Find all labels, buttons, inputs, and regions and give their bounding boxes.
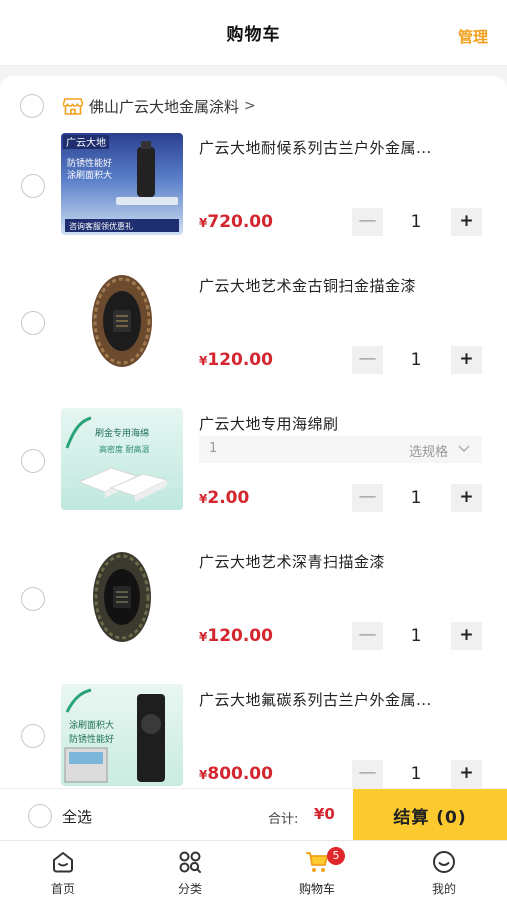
item-select-radio[interactable] <box>21 724 45 748</box>
thumb-line2: 高密度 耐高温 <box>99 444 150 454</box>
item-select-radio[interactable] <box>21 449 45 473</box>
shop-arrow-icon: > <box>244 98 256 114</box>
nav-header: 购物车 管理 <box>0 0 507 66</box>
quantity-value[interactable]: 1 <box>390 208 442 236</box>
tab-label: 我的 <box>431 882 456 896</box>
thumb-line1: 刷金专用海绵 <box>95 427 149 439</box>
thumb-line2: 防锈性能好 <box>69 733 114 745</box>
tab-label: 首页 <box>50 882 75 896</box>
product-image[interactable] <box>61 546 183 648</box>
product-price: ¥720.00 <box>199 212 273 232</box>
increase-button[interactable]: + <box>451 622 482 650</box>
tab-category[interactable]: 分类 <box>127 841 253 900</box>
category-icon <box>179 851 201 873</box>
spec-placeholder: 选规格 <box>408 445 448 460</box>
increase-button[interactable]: + <box>451 208 482 236</box>
thumb-line1: 涂刷面积大 <box>69 719 114 731</box>
total-label: 合计: <box>268 812 299 827</box>
select-all-label[interactable]: 全选 <box>62 806 92 827</box>
quantity-value[interactable]: 1 <box>390 484 442 512</box>
spec-selector[interactable]: 1 选规格 <box>199 436 482 463</box>
thumb-line1: 防锈性能好 <box>67 157 112 169</box>
store-icon <box>63 98 83 115</box>
product-price: ¥800.00 <box>199 764 273 784</box>
product-image[interactable]: 广云大地 防锈性能好 涂刷面积大 咨询客服领优惠礼 <box>61 133 183 235</box>
decrease-button[interactable]: — <box>352 484 383 512</box>
quantity-stepper: — 1 + <box>352 760 482 788</box>
checkout-bar: 全选 合计: ¥0 结算 (0) <box>0 788 507 841</box>
tab-cart[interactable]: 5 购物车 <box>254 841 380 900</box>
quantity-stepper: — 1 + <box>352 622 482 650</box>
cart-icon <box>306 852 328 872</box>
product-image[interactable]: 涂刷面积大 防锈性能好 <box>61 684 183 786</box>
product-image[interactable]: 刷金专用海绵 高密度 耐高温 <box>61 408 183 510</box>
product-price: ¥2.00 <box>199 488 250 508</box>
thumb-footer: 咨询客服领优惠礼 <box>69 221 133 231</box>
checkout-button[interactable]: 结算 (0) <box>353 789 507 841</box>
product-name[interactable]: 广云大地艺术深青扫描金漆 <box>199 551 484 572</box>
spec-value: 1 <box>209 441 218 456</box>
cart-item: 广云大地艺术深青扫描金漆 ¥120.00 — 1 + <box>0 544 507 674</box>
item-select-radio[interactable] <box>21 174 45 198</box>
bottom-tabbar: 首页 分类 5 购物车 我的 <box>0 840 507 900</box>
product-name[interactable]: 广云大地艺术金古铜扫金描金漆 <box>199 275 484 296</box>
quantity-stepper: — 1 + <box>352 346 482 374</box>
decrease-button[interactable]: — <box>352 346 383 374</box>
shop-select-radio[interactable] <box>20 94 44 118</box>
tab-label: 购物车 <box>298 882 335 896</box>
cart-item: 广云大地 防锈性能好 涂刷面积大 咨询客服领优惠礼 广云大地耐候系列古兰户外金属… <box>0 130 507 260</box>
product-price: ¥120.00 <box>199 626 273 646</box>
total-value: ¥0 <box>314 805 335 823</box>
chevron-down-icon <box>458 445 470 452</box>
decrease-button[interactable]: — <box>352 760 383 788</box>
increase-button[interactable]: + <box>451 346 482 374</box>
quantity-value[interactable]: 1 <box>390 760 442 788</box>
product-name[interactable]: 广云大地专用海绵刷 <box>199 413 484 434</box>
product-name[interactable]: 广云大地耐候系列古兰户外金属... <box>199 137 484 158</box>
product-image[interactable] <box>61 270 183 372</box>
shop-name[interactable]: 佛山广云大地金属涂料 <box>89 96 239 117</box>
quantity-stepper: — 1 + <box>352 484 482 512</box>
increase-button[interactable]: + <box>451 484 482 512</box>
decrease-button[interactable]: — <box>352 622 383 650</box>
item-select-radio[interactable] <box>21 311 45 335</box>
item-select-radio[interactable] <box>21 587 45 611</box>
profile-icon <box>433 851 455 873</box>
tab-profile[interactable]: 我的 <box>381 841 507 900</box>
shop-row[interactable]: 佛山广云大地金属涂料 > <box>20 92 256 120</box>
cart-item: 刷金专用海绵 高密度 耐高温 广云大地专用海绵刷 1 选规格 ¥2.00 — 1… <box>0 406 507 536</box>
home-icon <box>53 852 73 873</box>
product-price: ¥120.00 <box>199 350 273 370</box>
increase-button[interactable]: + <box>451 760 482 788</box>
cart-item: 广云大地艺术金古铜扫金描金漆 ¥120.00 — 1 + <box>0 268 507 398</box>
quantity-value[interactable]: 1 <box>390 346 442 374</box>
product-name[interactable]: 广云大地氟碳系列古兰户外金属... <box>199 689 484 710</box>
thumb-line2: 涂刷面积大 <box>67 169 112 181</box>
manage-button[interactable]: 管理 <box>458 26 488 47</box>
decrease-button[interactable]: — <box>352 208 383 236</box>
thumb-banner: 广云大地 <box>66 136 106 149</box>
select-all-radio[interactable] <box>28 804 52 828</box>
tab-label: 分类 <box>177 882 202 896</box>
cart-badge: 5 <box>327 847 345 865</box>
quantity-stepper: — 1 + <box>352 208 482 236</box>
quantity-value[interactable]: 1 <box>390 622 442 650</box>
page-title: 购物车 <box>226 25 281 45</box>
tab-home[interactable]: 首页 <box>0 841 126 900</box>
